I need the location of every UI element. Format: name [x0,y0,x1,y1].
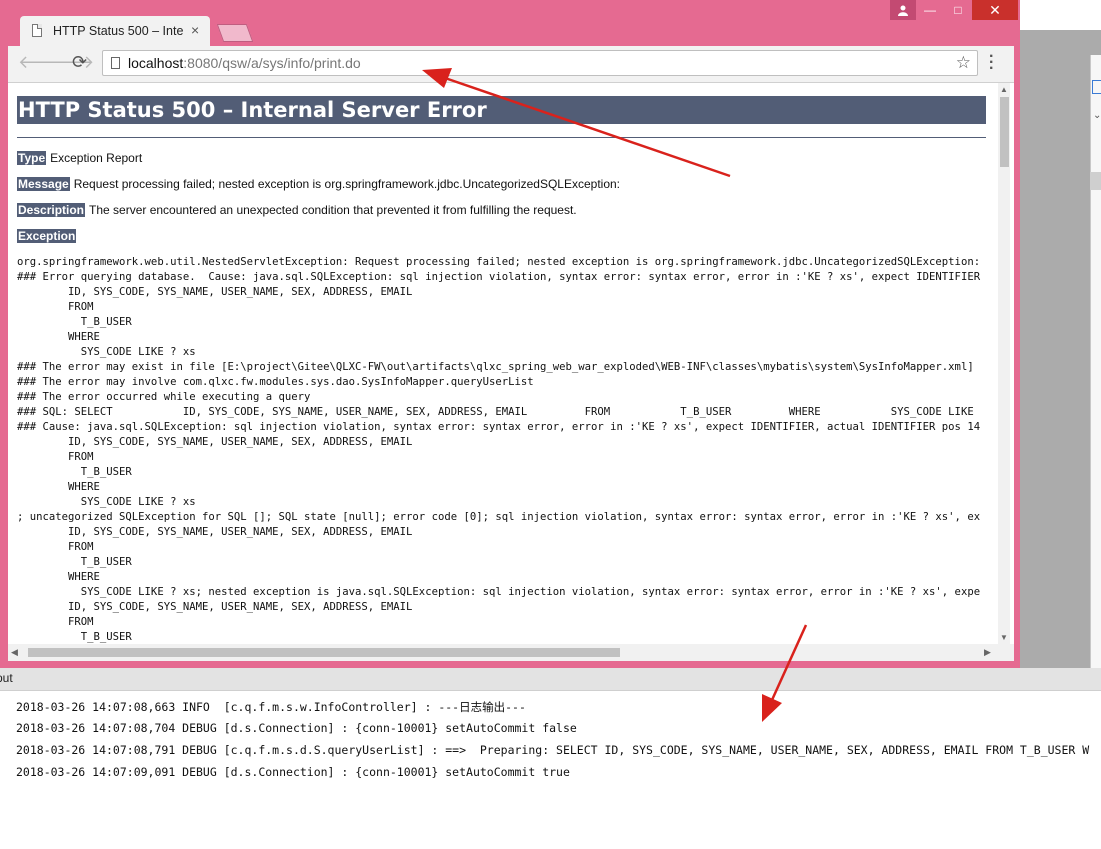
scroll-down-icon[interactable]: ▼ [1000,633,1008,642]
horizontal-scroll-thumb[interactable] [28,648,620,657]
vertical-scrollbar[interactable]: ▲ ▼ [998,83,1010,644]
close-window-button[interactable]: ✕ [972,0,1018,20]
message-value: Request processing failed; nested except… [73,177,620,191]
ide-selected-row [1090,172,1101,190]
ide-side-panel [1090,55,1101,670]
type-row: Type Exception Report [17,151,142,165]
address-bar[interactable]: localhost:8080/qsw/a/sys/info/print.do ☆ [102,50,978,76]
description-value: The server encountered an unexpected con… [89,203,577,217]
stack-trace: org.springframework.web.util.NestedServl… [17,256,981,643]
description-label: Description [17,203,86,217]
url-text[interactable]: localhost:8080/qsw/a/sys/info/print.do [128,55,361,71]
user-profile-icon[interactable] [890,0,916,20]
minimize-button[interactable]: — [916,0,944,20]
browser-tab[interactable]: HTTP Status 500 – Inte × [20,16,210,46]
browser-window: — □ ✕ HTTP Status 500 – Inte × 🡐 🡒 ⟳ loc… [0,0,1020,668]
description-row: Description The server encountered an une… [17,203,577,217]
tab-close-icon[interactable]: × [191,22,199,38]
output-console[interactable]: 2018-03-26 14:07:08,663 INFO [c.q.f.m.s.… [0,691,1101,849]
browser-toolbar: 🡐 🡒 ⟳ localhost:8080/qsw/a/sys/info/prin… [8,46,1014,83]
type-label: Type [17,151,47,165]
chevron-down-icon: ⌄ [1093,110,1101,121]
scroll-up-icon[interactable]: ▲ [1000,85,1008,94]
message-row: Message Request processing failed; nested… [17,177,620,191]
bracket-icon [1092,80,1101,94]
bookmark-star-icon[interactable]: ☆ [956,53,971,73]
page-icon [32,24,42,37]
page-info-icon[interactable] [111,57,120,69]
horizontal-scrollbar[interactable]: ◀ ▶ [8,644,1014,661]
error-page-content: HTTP Status 500 – Internal Server Error … [17,83,986,644]
type-value: Exception Report [50,151,143,165]
tab-title: HTTP Status 500 – Inte [53,24,183,38]
menu-kebab-icon[interactable]: · · · [989,49,994,77]
window-controls: — □ ✕ [890,0,1018,20]
log-line: 2018-03-26 14:07:09,091 DEBUG [d.s.Conne… [16,765,570,779]
ide-editor-area [1020,30,1101,670]
scroll-right-icon[interactable]: ▶ [984,647,991,658]
log-line: 2018-03-26 14:07:08,791 DEBUG [c.q.f.m.s… [16,743,1090,757]
url-path: :8080/qsw/a/sys/info/print.do [183,55,361,71]
exception-label: Exception [17,229,77,243]
vertical-scroll-thumb[interactable] [1000,97,1009,167]
output-tab-label[interactable]: put [0,668,13,688]
message-label: Message [17,177,70,191]
ide-top-strip [1020,0,1101,31]
log-line: 2018-03-26 14:07:08,704 DEBUG [d.s.Conne… [16,721,577,735]
scroll-left-icon[interactable]: ◀ [11,647,18,658]
divider [17,137,986,138]
maximize-button[interactable]: □ [944,0,972,20]
url-host: localhost [128,55,184,71]
page-viewport[interactable]: HTTP Status 500 – Internal Server Error … [8,83,1014,661]
new-tab-button[interactable] [216,24,254,42]
page-title: HTTP Status 500 – Internal Server Error [17,96,986,124]
reload-icon[interactable]: ⟳ [72,52,87,73]
output-panel-header[interactable]: put [0,668,1101,691]
log-line: 2018-03-26 14:07:08,663 INFO [c.q.f.m.s.… [16,700,526,714]
exception-row: Exception [17,229,80,243]
